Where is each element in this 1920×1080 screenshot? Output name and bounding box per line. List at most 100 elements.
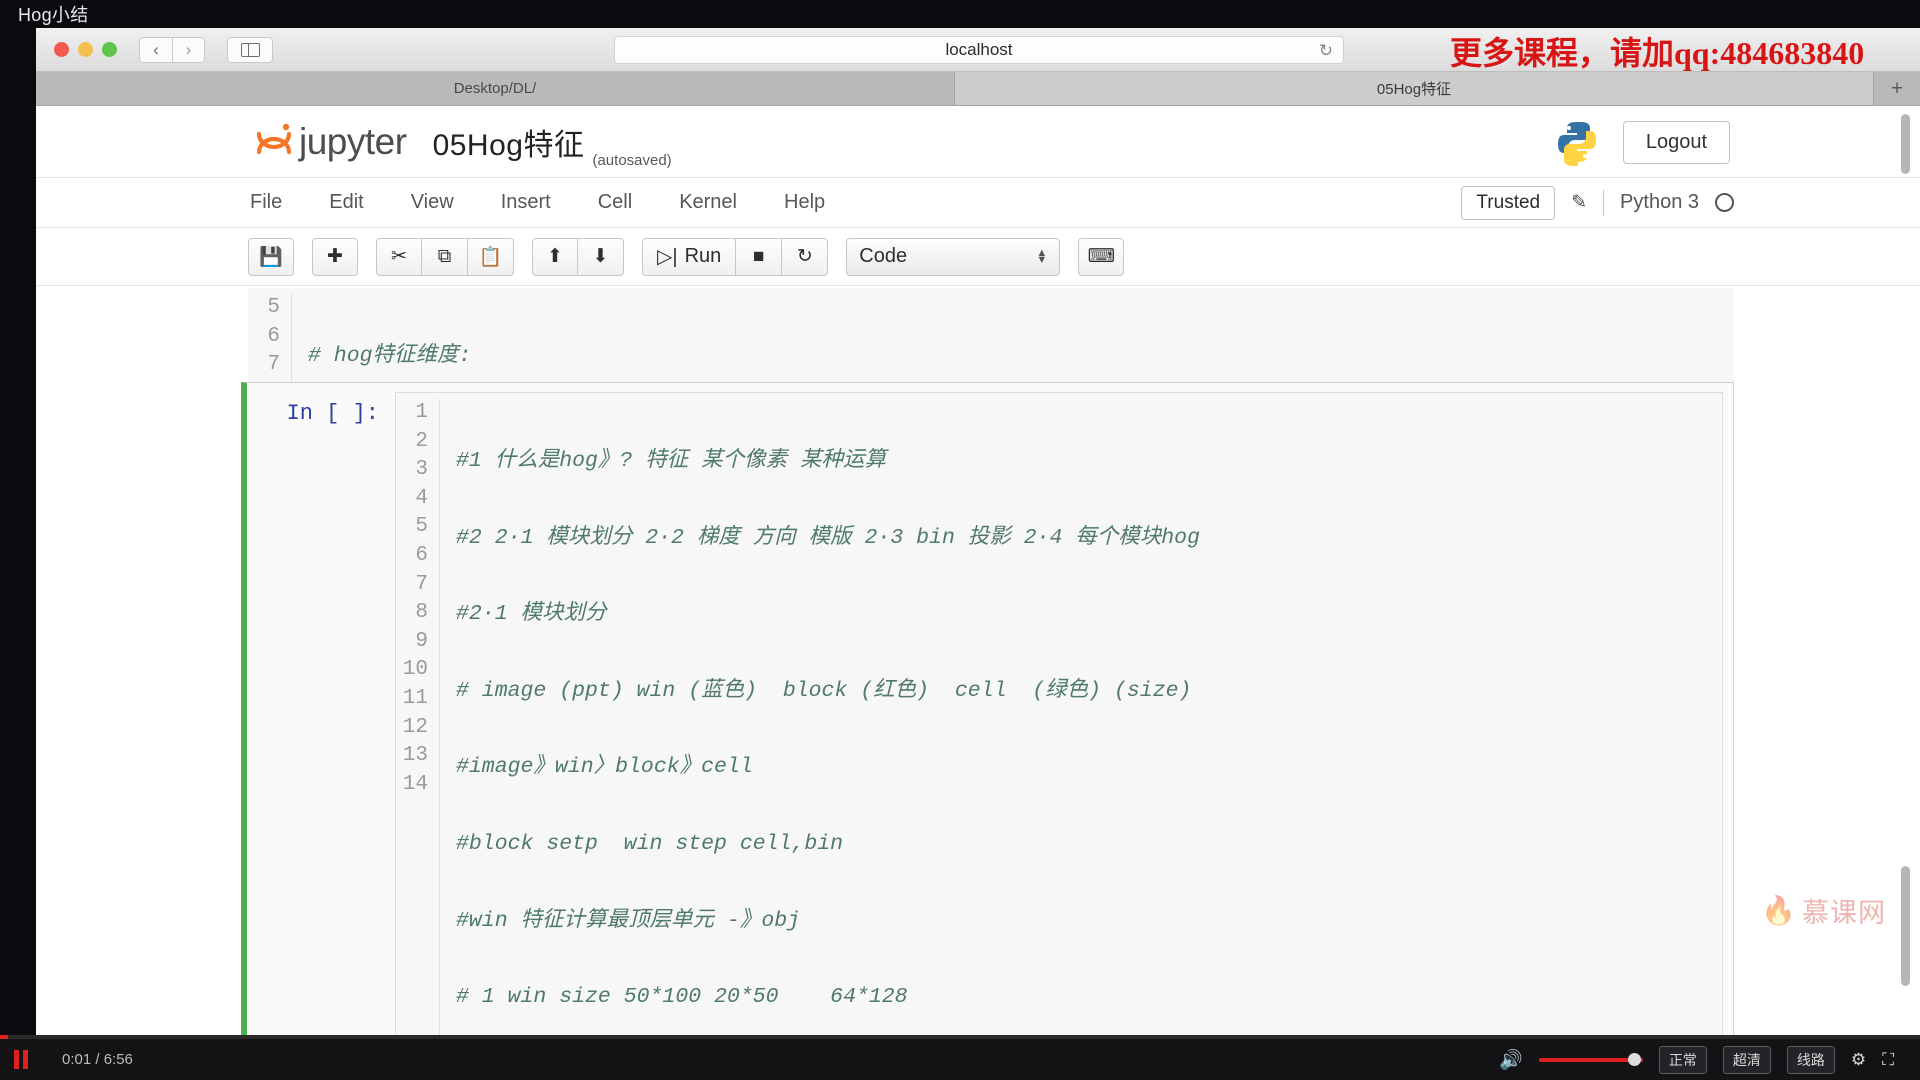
- line-select-button[interactable]: 线路: [1786, 1045, 1835, 1074]
- kernel-name-label: Python 3: [1620, 191, 1699, 213]
- code-mirror-active[interactable]: 1 2 3 4 5 6 7 8 9 10 11 12 13 14 #1 什么是h…: [395, 392, 1723, 1038]
- menu-edit[interactable]: Edit: [329, 191, 363, 214]
- browser-window: ‹ › localhost ↻ Desktop/DL/ 05Hog特征 + ju…: [36, 28, 1920, 1038]
- maximize-window-button[interactable]: [102, 42, 117, 57]
- toolbar-group-move: ⬆ ⬇: [532, 237, 624, 276]
- code-line: #win 特征计算最顶层单元 -》obj: [456, 908, 801, 933]
- code-line: #1 什么是hog》? 特征 某个像素 某种运算: [456, 449, 887, 473]
- browser-tab-label: Desktop/DL/: [453, 80, 537, 97]
- address-bar[interactable]: localhost ↻: [614, 36, 1344, 64]
- cell-execution-prompt: In [ ]:: [286, 401, 379, 426]
- jupyter-menubar: File Edit View Insert Cell Kernel Help T…: [36, 178, 1920, 228]
- menu-file[interactable]: File: [250, 191, 282, 214]
- trusted-badge[interactable]: Trusted: [1461, 185, 1556, 220]
- volume-slider[interactable]: [1538, 1053, 1643, 1067]
- copy-icon[interactable]: ⧉: [422, 237, 468, 276]
- notebook-title[interactable]: 05Hog特征: [433, 120, 585, 164]
- line-number: 5: [415, 515, 428, 539]
- jupyter-logo-text: jupyter: [299, 120, 407, 162]
- jupyter-header-right: Logout: [1553, 118, 1730, 166]
- toolbar-group-run: ▷| Run ■ ↻: [642, 237, 829, 276]
- line-number: 5: [267, 296, 280, 319]
- code-line: # image (ppt) win (蓝色) block (红色) cell (…: [456, 678, 1192, 703]
- browser-tab-label: 05Hog特征: [1376, 81, 1452, 98]
- menu-view[interactable]: View: [411, 191, 454, 214]
- code-text-active[interactable]: #1 什么是hog》? 特征 某个像素 某种运算 #2 2·1 模块划分 2·2…: [440, 399, 1722, 1038]
- back-button[interactable]: ‹: [139, 36, 172, 63]
- speaker-icon[interactable]: 🔊: [1499, 1048, 1523, 1072]
- pause-icon[interactable]: [14, 1050, 28, 1069]
- jupyter-toolbar: 💾 ✚ ✂ ⧉ 📋 ⬆ ⬇ ▷| Run ■ ↻ Code ▲ ▼ ⌨: [36, 228, 1920, 286]
- keyboard-icon[interactable]: ⌨: [1078, 237, 1125, 276]
- close-window-button[interactable]: [54, 42, 69, 57]
- cell-type-value: Code: [859, 245, 908, 267]
- video-control-bar: 0:01 / 6:56 🔊 正常 超清 线路 ⚙ ⛶: [0, 1039, 1920, 1080]
- imooc-watermark: 🔥 慕课网: [1761, 891, 1886, 930]
- reload-icon[interactable]: ↻: [1319, 41, 1333, 61]
- cell-type-select[interactable]: Code ▲ ▼: [846, 237, 1061, 276]
- line-number: 14: [402, 772, 428, 796]
- forward-button[interactable]: ›: [172, 36, 205, 63]
- scrollbar-thumb-top[interactable]: [1901, 114, 1910, 174]
- jupyter-header: jupyter 05Hog特征 (autosaved) Logout: [36, 106, 1920, 178]
- quality-button-normal[interactable]: 正常: [1658, 1045, 1707, 1074]
- window-traffic-lights: [54, 42, 117, 57]
- navigation-buttons: ‹ ›: [139, 36, 205, 63]
- line-number: 3: [415, 458, 428, 482]
- line-number: 9: [415, 629, 428, 653]
- menubar-right: Trusted ✎ Python 3: [1461, 185, 1734, 220]
- toolbar-group-clipboard: ✂ ⧉ 📋: [376, 237, 514, 276]
- scrollbar-thumb[interactable]: [1901, 866, 1910, 986]
- arrow-up-icon[interactable]: ⬆: [532, 237, 578, 276]
- line-number: 1: [415, 401, 428, 424]
- save-icon[interactable]: 💾: [248, 237, 294, 276]
- new-tab-button[interactable]: +: [1874, 72, 1920, 105]
- line-number: 4: [415, 486, 428, 510]
- insert-cell-below-icon[interactable]: ✚: [312, 237, 358, 276]
- code-line: #block setp win step cell,bin: [456, 831, 844, 856]
- volume-knob[interactable]: [1627, 1053, 1641, 1066]
- jupyter-notebook-page: jupyter 05Hog特征 (autosaved) Logout File …: [36, 106, 1920, 1038]
- sidebar-toggle-button[interactable]: [227, 36, 273, 63]
- menu-cell[interactable]: Cell: [598, 191, 632, 214]
- menu-kernel[interactable]: Kernel: [679, 191, 737, 214]
- run-button[interactable]: ▷| Run: [642, 237, 737, 276]
- line-number-gutter: 1 2 3 4 5 6 7 8 9 10 11 12 13 14: [396, 399, 440, 1038]
- scissors-icon[interactable]: ✂: [376, 237, 422, 276]
- notebook-cell-active[interactable]: In [ ]: 1 2 3 4 5 6 7 8 9 10 11 12 13 14…: [241, 382, 1734, 1038]
- address-bar-url: localhost: [945, 40, 1013, 59]
- paste-icon[interactable]: 📋: [468, 237, 514, 276]
- arrow-down-icon[interactable]: ⬇: [578, 237, 624, 276]
- jupyter-logo[interactable]: jupyter: [252, 120, 407, 164]
- menubar-divider: [1603, 189, 1605, 216]
- gear-icon[interactable]: ⚙: [1851, 1050, 1866, 1070]
- code-line: #image》win〉block》cell: [456, 755, 753, 780]
- screen: Hog小结 ‹ › localhost ↻ Desktop/DL/ 05Hog特…: [0, 0, 1920, 1080]
- minimize-window-button[interactable]: [78, 42, 93, 57]
- qq-promo-watermark: 更多课程，请加qq:484683840: [1450, 35, 1865, 71]
- flame-icon: 🔥: [1761, 895, 1796, 926]
- python-logo-icon: [1553, 118, 1601, 166]
- imooc-watermark-text: 慕课网: [1802, 898, 1886, 928]
- page-scrollbar[interactable]: [1900, 106, 1912, 1038]
- menu-help[interactable]: Help: [784, 191, 825, 214]
- line-number: 2: [415, 429, 428, 453]
- video-time-label: 0:01 / 6:56: [62, 1051, 133, 1068]
- browser-tab-05hog[interactable]: 05Hog特征: [955, 72, 1874, 105]
- fullscreen-icon[interactable]: ⛶: [1882, 1050, 1894, 1070]
- quality-button-hd[interactable]: 超清: [1722, 1045, 1771, 1074]
- menu-insert[interactable]: Insert: [501, 191, 551, 214]
- video-page-title: Hog小结: [0, 0, 1920, 30]
- line-number: 7: [415, 572, 428, 596]
- toolbar-group-save: 💾: [248, 237, 294, 276]
- browser-tab-desktop-dl[interactable]: Desktop/DL/: [36, 72, 955, 105]
- code-line: #2·1 模块划分: [456, 602, 607, 627]
- logout-button[interactable]: Logout: [1622, 120, 1730, 164]
- line-number: 13: [402, 744, 428, 768]
- stop-square-icon[interactable]: ■: [736, 237, 783, 276]
- restart-icon[interactable]: ↻: [782, 237, 829, 276]
- pencil-icon[interactable]: ✎: [1571, 191, 1587, 214]
- line-number: 6: [267, 324, 280, 348]
- toolbar-group-insert: ✚: [312, 237, 358, 276]
- run-icon: ▷|: [657, 246, 678, 268]
